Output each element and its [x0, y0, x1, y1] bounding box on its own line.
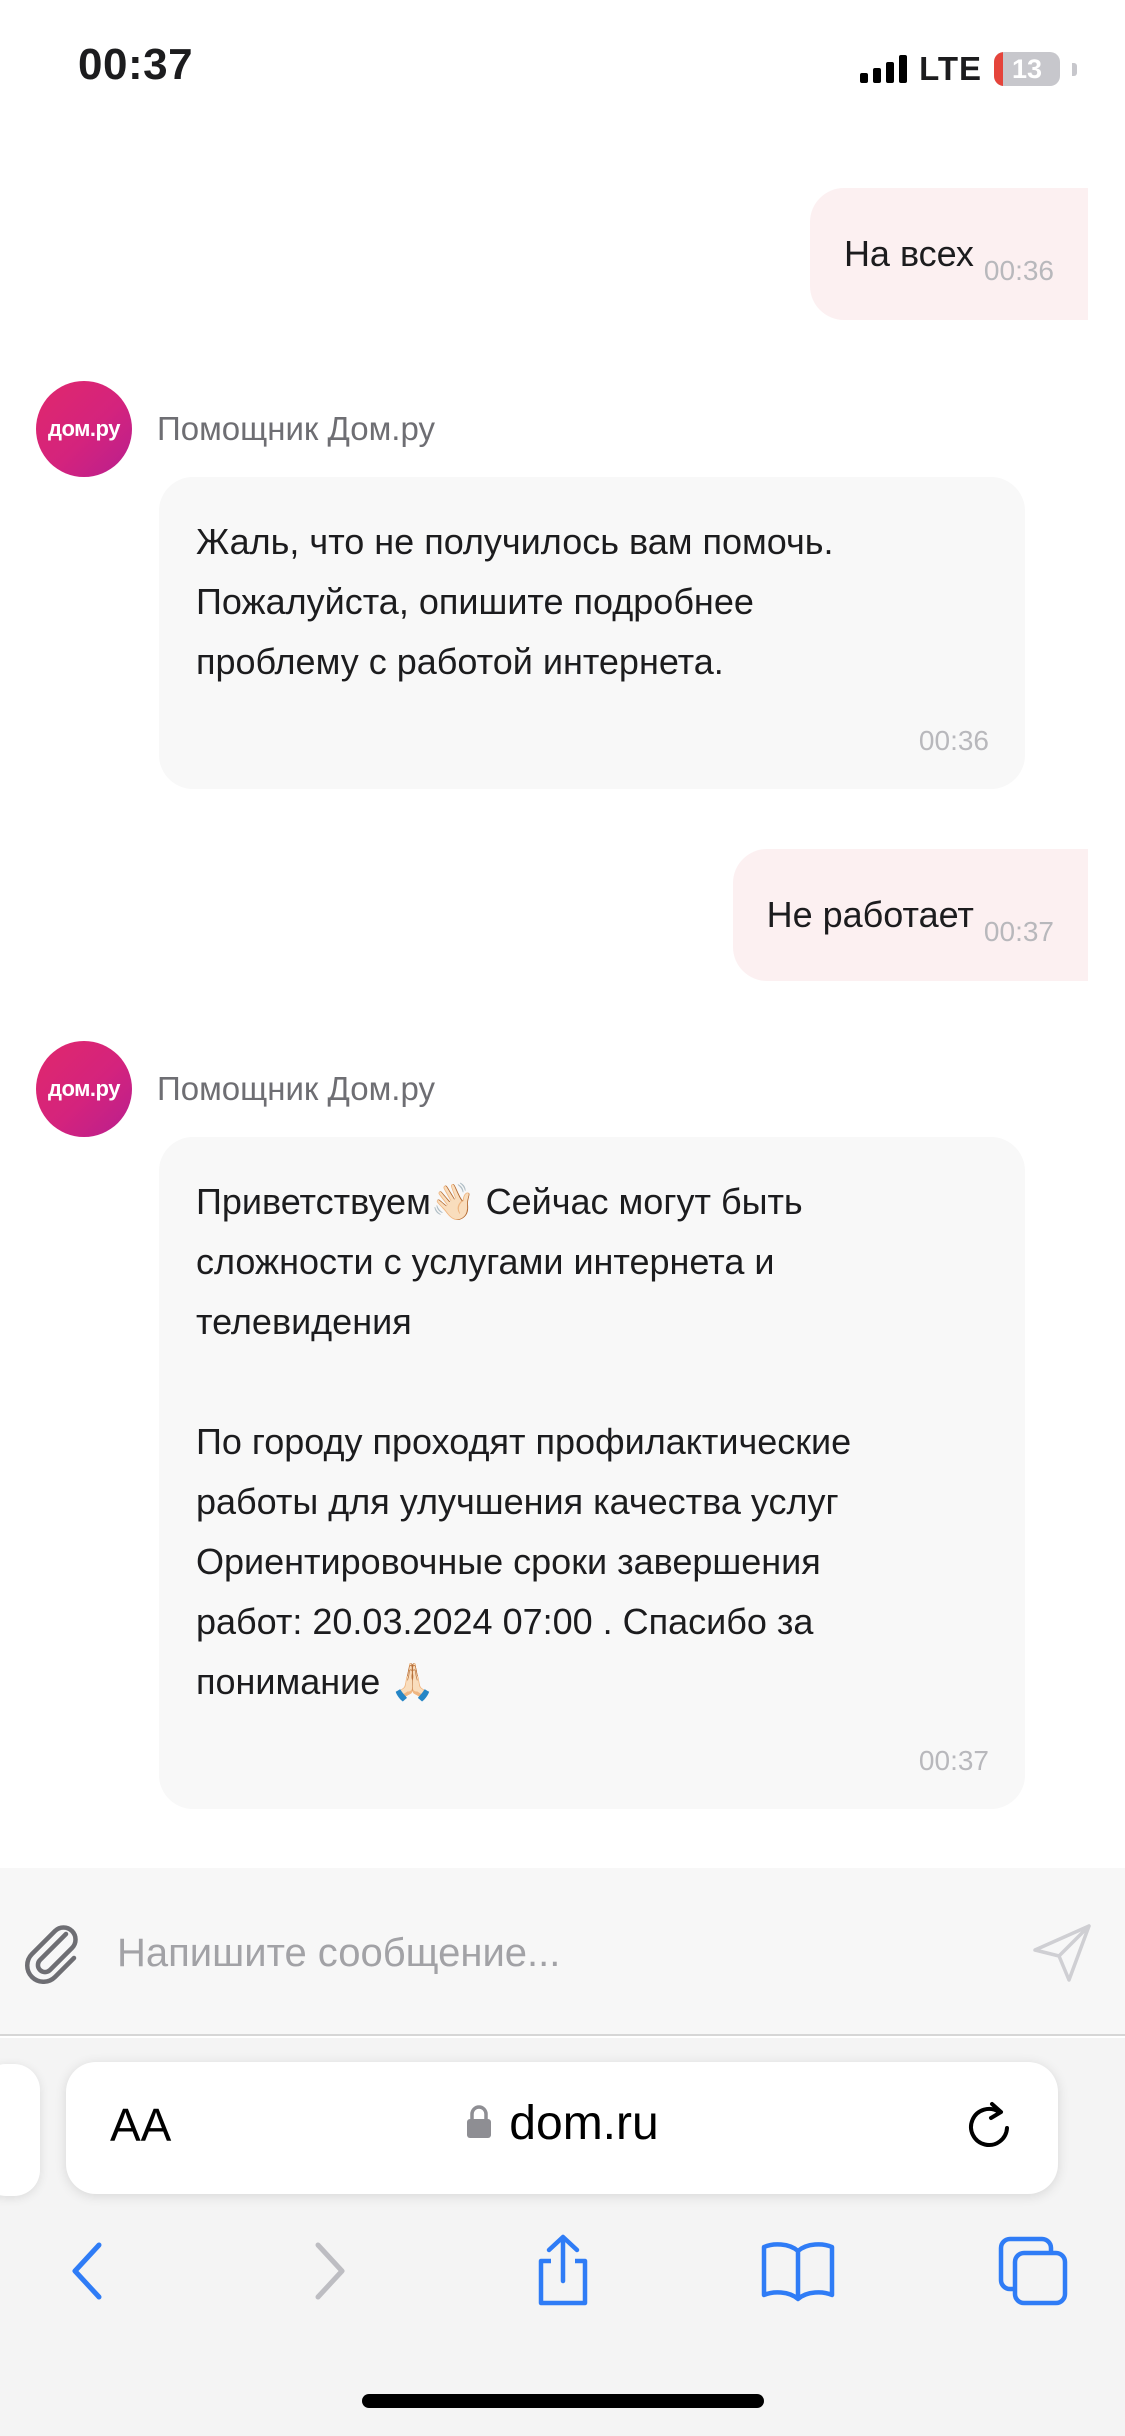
- paperclip-icon[interactable]: [22, 1920, 82, 1984]
- message-composer: [0, 1868, 1125, 2036]
- browser-toolbar: [0, 2226, 1125, 2326]
- url-text: dom.ru: [509, 2097, 659, 2150]
- cellular-signal-icon: [860, 55, 908, 83]
- share-icon: [538, 2234, 588, 2306]
- reload-icon[interactable]: [960, 2098, 1018, 2156]
- bot-message[interactable]: Жаль, что не получилось вам помочь. Пожа…: [159, 477, 1025, 789]
- forward-button[interactable]: [285, 2226, 375, 2316]
- home-indicator[interactable]: [362, 2394, 764, 2408]
- share-button[interactable]: [518, 2226, 608, 2316]
- message-text: Жаль, что не получилось вам помочь. Пожа…: [196, 521, 834, 682]
- battery-level: 13: [1011, 54, 1043, 84]
- message-time: 00:37: [983, 916, 1054, 947]
- battery-icon: 13: [994, 52, 1060, 86]
- message-text: Приветствуем👋🏻 Сейчас могут быть сложнос…: [196, 1181, 852, 1702]
- lock-icon: [467, 2105, 492, 2139]
- tabs-button[interactable]: [988, 2226, 1078, 2316]
- message-time: 00:36: [918, 725, 989, 756]
- status-time: 00:37: [78, 40, 194, 89]
- bookmarks-button[interactable]: [753, 2226, 843, 2316]
- battery-tip: [1072, 62, 1077, 76]
- bot-name: Помощник Дом.ру: [157, 410, 435, 447]
- bot-avatar: дом.ру: [36, 381, 132, 477]
- url-display[interactable]: dom.ru: [66, 2096, 1058, 2151]
- tabs-icon: [998, 2236, 1068, 2306]
- book-icon: [761, 2242, 835, 2302]
- message-text: На всех: [843, 233, 974, 274]
- chevron-right-icon: [315, 2242, 345, 2300]
- send-icon[interactable]: [1029, 1920, 1095, 1986]
- user-message[interactable]: На всех 00:36: [809, 188, 1088, 320]
- user-message[interactable]: Не работает 00:37: [732, 849, 1088, 981]
- bot-avatar: дом.ру: [36, 1041, 132, 1137]
- message-input[interactable]: [117, 1908, 997, 1998]
- network-type: LTE: [919, 50, 982, 87]
- status-indicators: LTE 13: [860, 50, 1077, 88]
- bot-name: Помощник Дом.ру: [157, 1070, 435, 1107]
- bot-message[interactable]: Приветствуем👋🏻 Сейчас могут быть сложнос…: [159, 1137, 1025, 1809]
- browser-chrome: AA dom.ru: [0, 2038, 1125, 2436]
- message-time: 00:36: [983, 255, 1054, 286]
- back-button[interactable]: [42, 2226, 132, 2316]
- message-text: Не работает: [766, 894, 974, 935]
- address-bar[interactable]: AA dom.ru: [66, 2062, 1058, 2194]
- previous-tab-preview[interactable]: [0, 2064, 40, 2196]
- message-time: 00:37: [918, 1745, 989, 1776]
- status-bar: 00:37 LTE 13: [0, 0, 1125, 130]
- chevron-left-icon: [72, 2242, 102, 2300]
